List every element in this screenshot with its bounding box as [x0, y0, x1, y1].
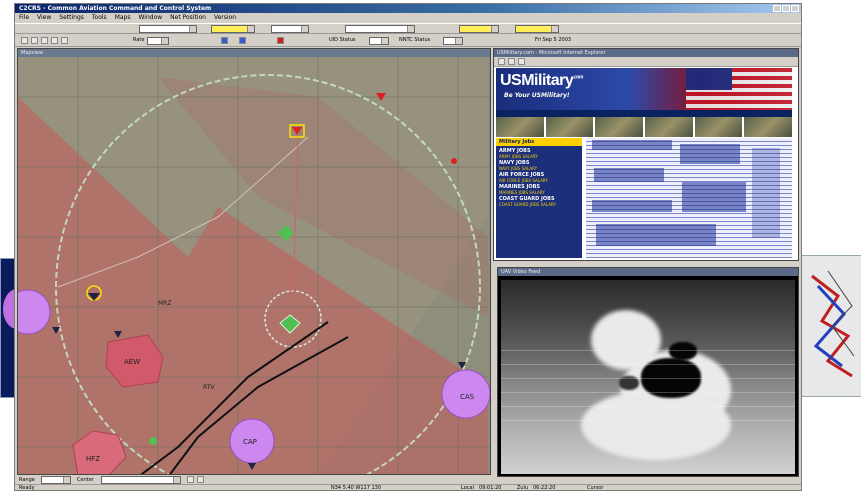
- status-bar: Ready N34 5.40 W117 130 Local 09:01:20 Z…: [15, 484, 801, 492]
- map-pane-title: Mapview: [18, 49, 490, 57]
- back-icon[interactable]: [498, 58, 505, 65]
- zone-label-cap: CAP: [243, 438, 257, 446]
- site-tagline: Be Your USMilitary!: [504, 92, 570, 99]
- zulu-time-label: Zulu: [517, 485, 529, 491]
- toolbar-primary: [15, 23, 801, 34]
- site-logo[interactable]: USMilitary.com: [500, 72, 583, 90]
- pause-icon[interactable]: [197, 476, 204, 483]
- map-controls: Range Center: [15, 476, 801, 484]
- measure-icon[interactable]: [61, 37, 68, 44]
- friendly-track-icon[interactable]: [149, 437, 157, 445]
- menu-version[interactable]: Version: [214, 13, 236, 22]
- range-label: Range: [19, 477, 35, 483]
- menu-bar: File View Settings Tools Maps Window Net…: [15, 13, 801, 22]
- mesh-graphic: [811, 270, 855, 378]
- minimize-icon[interactable]: [773, 5, 781, 12]
- page-body-text: [586, 138, 792, 258]
- refresh-icon[interactable]: [518, 58, 525, 65]
- rate-label: Rate: [133, 37, 145, 43]
- status-text: Ready: [19, 485, 35, 491]
- nntc-status-combo[interactable]: [443, 37, 463, 45]
- screen: C2CRS - Common Aviation Command and Cont…: [0, 0, 861, 493]
- local-time-value: 09:01:20: [479, 485, 502, 491]
- site-banner: USMilitary.com Be Your USMilitary!: [496, 68, 792, 110]
- forward-icon[interactable]: [508, 58, 515, 65]
- speed-combo[interactable]: [515, 25, 559, 33]
- background-window-right: [797, 255, 861, 397]
- video-pane-title: UAV Video Feed: [498, 268, 798, 276]
- pan-icon[interactable]: [51, 37, 58, 44]
- close-icon[interactable]: [791, 5, 799, 12]
- range-input[interactable]: [41, 476, 71, 484]
- browser-pane[interactable]: USMilitary.com - Microsoft Internet Expl…: [493, 48, 799, 261]
- layer-combo[interactable]: [139, 25, 197, 33]
- menu-window[interactable]: Window: [138, 13, 162, 22]
- browser-toolbar: [494, 57, 798, 67]
- menu-file[interactable]: File: [19, 13, 29, 22]
- alert-icon[interactable]: [277, 37, 284, 44]
- local-time-label: Local: [461, 485, 474, 491]
- web-page[interactable]: USMilitary.com Be Your USMilitary! Milit…: [496, 68, 793, 258]
- zone-label-hfz: HFZ: [86, 455, 100, 463]
- browser-pane-title: USMilitary.com - Microsoft Internet Expl…: [494, 49, 798, 57]
- rate-combo[interactable]: [147, 37, 169, 45]
- maximize-icon[interactable]: [782, 5, 790, 12]
- filter-combo[interactable]: [345, 25, 415, 33]
- unit-icon[interactable]: [239, 37, 246, 44]
- center-label: Center: [77, 477, 94, 483]
- menu-view[interactable]: View: [37, 13, 51, 22]
- title-bar[interactable]: C2CRS - Common Aviation Command and Cont…: [15, 4, 801, 13]
- uid-status-label: UID Status: [329, 37, 356, 43]
- mode-combo[interactable]: [271, 25, 309, 33]
- tactical-map[interactable]: AEW CAP CAS HFZ MRZ RTV: [18, 57, 490, 475]
- zone-label-aew: AEW: [124, 358, 140, 366]
- video-pane[interactable]: UAV Video Feed: [497, 267, 799, 477]
- menu-tools[interactable]: Tools: [92, 13, 107, 22]
- zone-label-mrz: MRZ: [158, 300, 171, 307]
- route-label: RTV: [203, 384, 215, 391]
- zoom-out-icon[interactable]: [41, 37, 48, 44]
- menu-maps[interactable]: Maps: [115, 13, 131, 22]
- map-pane[interactable]: Mapview AEW CAP CAS HFZ MRZ RTV: [17, 48, 491, 475]
- zone-label-cas: CAS: [460, 393, 475, 401]
- pointer-icon[interactable]: [21, 37, 28, 44]
- jobs-sidebar-heading: Military Jobs: [496, 138, 582, 146]
- main-window: C2CRS - Common Aviation Command and Cont…: [14, 3, 802, 491]
- window-title: C2CRS - Common Aviation Command and Cont…: [19, 5, 212, 12]
- photo-strip: [496, 117, 793, 137]
- nntc-status-label: NNTC Status: [399, 37, 431, 43]
- alt-combo[interactable]: [459, 25, 499, 33]
- zoom-in-icon[interactable]: [31, 37, 38, 44]
- site-nav[interactable]: [496, 110, 792, 117]
- play-icon[interactable]: [187, 476, 194, 483]
- system-date: Fri Sep 5 2003: [535, 37, 572, 43]
- cursor-position: N34 5.40 W117 130: [331, 485, 382, 491]
- menu-net-position[interactable]: Net Position: [170, 13, 206, 22]
- toolbar-secondary: Rate UID Status NNTC Status Fri Sep 5 20…: [15, 35, 801, 47]
- zulu-time-value: 06:22:20: [533, 485, 556, 491]
- uav-video-frame: [501, 280, 795, 474]
- flag-graphic: [686, 68, 792, 110]
- uid-status-combo[interactable]: [369, 37, 389, 45]
- jobs-sidebar: Military Jobs ARMY JOBS ARMY JOBS SALARY…: [496, 138, 582, 258]
- menu-settings[interactable]: Settings: [59, 13, 84, 22]
- track-icon[interactable]: [221, 37, 228, 44]
- hostile-track-icon[interactable]: [451, 158, 457, 164]
- job-sub-link[interactable]: COAST GUARD JOBS SALARY: [499, 202, 579, 208]
- center-input[interactable]: [101, 476, 181, 484]
- cursor-label: Cursor: [587, 485, 604, 491]
- track-combo[interactable]: [211, 25, 255, 33]
